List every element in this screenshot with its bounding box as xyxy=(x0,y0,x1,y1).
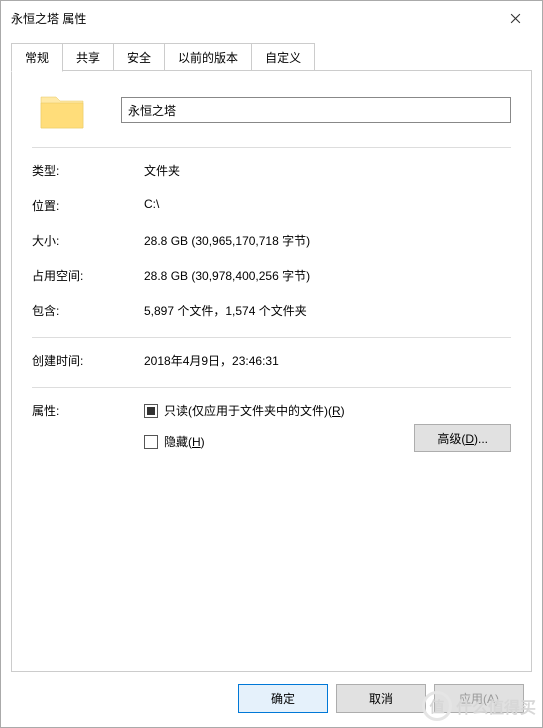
tab-panel-general: 类型: 文件夹 位置: C:\ 大小: 28.8 GB (30,965,170,… xyxy=(11,70,532,672)
contains-label: 包含: xyxy=(32,302,144,319)
folder-name-input[interactable] xyxy=(121,97,511,123)
attributes-row: 属性: 只读(仅应用于文件夹中的文件)(R) xyxy=(32,402,511,419)
window-title: 永恒之塔 属性 xyxy=(11,10,492,27)
size-value: 28.8 GB (30,965,170,718 字节) xyxy=(144,232,310,249)
readonly-checkbox-row: 只读(仅应用于文件夹中的文件)(R) xyxy=(144,402,345,419)
created-value: 2018年4月9日，23:46:31 xyxy=(144,352,279,369)
tabstrip: 常规 共享 安全 以前的版本 自定义 xyxy=(11,43,532,71)
tab-previous-versions[interactable]: 以前的版本 xyxy=(164,43,252,71)
created-label: 创建时间: xyxy=(32,352,144,369)
tab-security[interactable]: 安全 xyxy=(113,43,165,71)
attributes-label: 属性: xyxy=(32,402,144,419)
apply-button[interactable]: 应用(A) xyxy=(434,684,524,713)
location-value: C:\ xyxy=(144,197,159,214)
size-on-disk-row: 占用空间: 28.8 GB (30,978,400,256 字节) xyxy=(32,267,511,284)
contains-row: 包含: 5,897 个文件，1,574 个文件夹 xyxy=(32,302,511,319)
type-label: 类型: xyxy=(32,162,144,179)
size-row: 大小: 28.8 GB (30,965,170,718 字节) xyxy=(32,232,511,249)
size-on-disk-label: 占用空间: xyxy=(32,267,144,284)
tab-sharing[interactable]: 共享 xyxy=(62,43,114,71)
tab-general[interactable]: 常规 xyxy=(11,43,63,72)
location-label: 位置: xyxy=(32,197,144,214)
tab-custom[interactable]: 自定义 xyxy=(251,43,315,71)
advanced-button[interactable]: 高级(D)... xyxy=(414,424,511,452)
type-row: 类型: 文件夹 xyxy=(32,162,511,179)
divider xyxy=(32,147,511,148)
close-button[interactable] xyxy=(492,1,538,35)
readonly-label: 只读(仅应用于文件夹中的文件)(R) xyxy=(164,402,345,419)
divider xyxy=(32,337,511,338)
tabs-area: 常规 共享 安全 以前的版本 自定义 类型: 文件夹 位置: C:\ xyxy=(1,35,542,672)
hidden-label: 隐藏(H) xyxy=(164,433,205,450)
contains-value: 5,897 个文件，1,574 个文件夹 xyxy=(144,302,307,319)
dialog-footer: 确定 取消 应用(A) 值 什么值得买 xyxy=(1,672,542,727)
divider xyxy=(32,387,511,388)
created-row: 创建时间: 2018年4月9日，23:46:31 xyxy=(32,352,511,369)
hidden-checkbox[interactable] xyxy=(144,435,158,449)
name-row xyxy=(32,89,511,131)
properties-dialog: 永恒之塔 属性 常规 共享 安全 以前的版本 自定义 类型: 文件夹 xyxy=(0,0,543,728)
cancel-button[interactable]: 取消 xyxy=(336,684,426,713)
type-value: 文件夹 xyxy=(144,162,180,179)
folder-icon xyxy=(38,89,86,131)
titlebar: 永恒之塔 属性 xyxy=(1,1,542,35)
readonly-checkbox[interactable] xyxy=(144,404,158,418)
size-label: 大小: xyxy=(32,232,144,249)
size-on-disk-value: 28.8 GB (30,978,400,256 字节) xyxy=(144,267,310,284)
close-icon xyxy=(510,13,521,24)
ok-button[interactable]: 确定 xyxy=(238,684,328,713)
advanced-row: 高级(D)... xyxy=(32,424,511,452)
location-row: 位置: C:\ xyxy=(32,197,511,214)
